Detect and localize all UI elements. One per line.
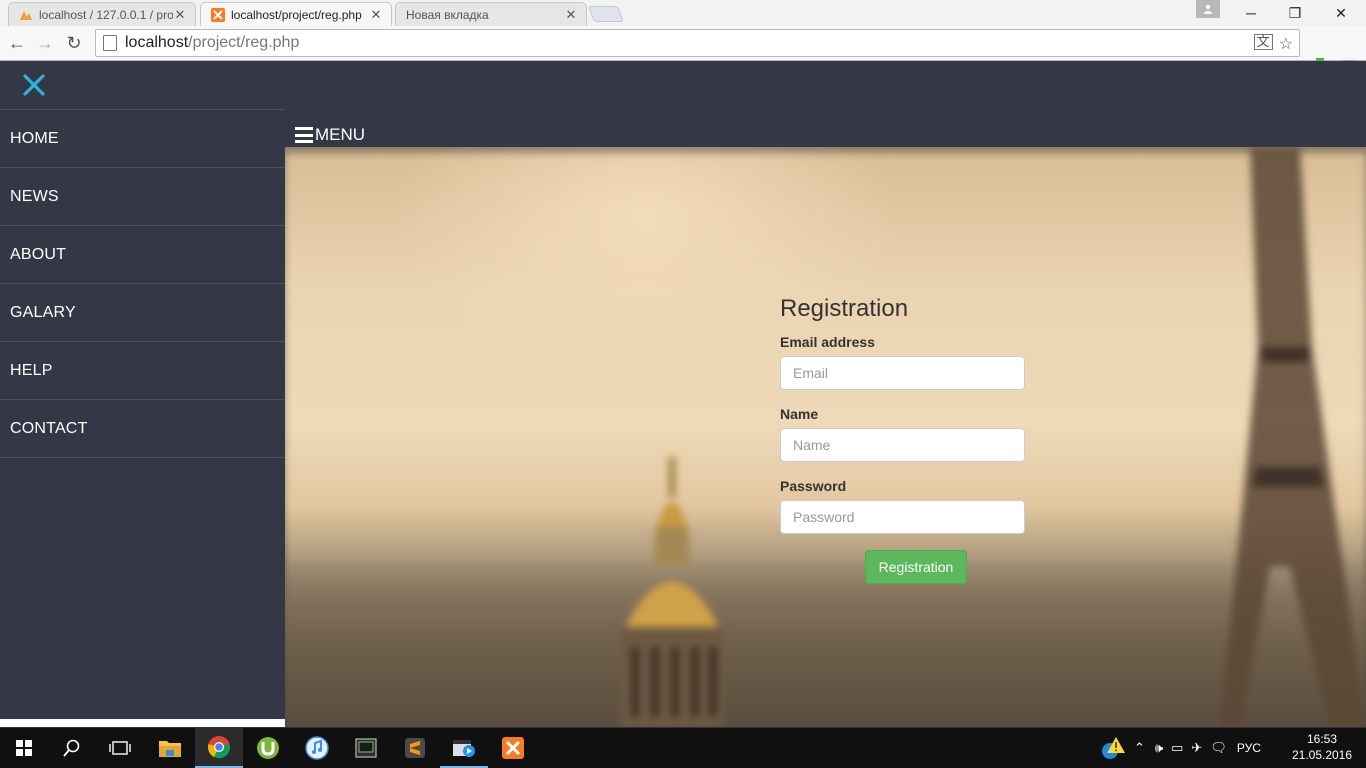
warning-icon[interactable] <box>1100 735 1126 761</box>
bookmark-star-icon[interactable]: ☆ <box>1279 34 1293 54</box>
sidebar: HOME NEWS ABOUT GALARY HELP CONTACT <box>0 61 285 719</box>
file-explorer-icon[interactable] <box>146 728 194 768</box>
sidebar-item-galary[interactable]: GALARY <box>0 284 285 342</box>
sidebar-item-about[interactable]: ABOUT <box>0 226 285 284</box>
eiffel-tower-image <box>1220 147 1366 727</box>
url-path: /project/reg.php <box>188 34 300 51</box>
tab-strip: localhost / 127.0.0.1 / proj ✕ localhost… <box>0 0 1366 26</box>
tab-phpmyadmin[interactable]: localhost / 127.0.0.1 / proj ✕ <box>8 2 196 26</box>
new-tab-button[interactable] <box>588 6 624 22</box>
close-icon[interactable]: ✕ <box>564 7 578 23</box>
language-indicator[interactable]: РУС <box>1237 741 1261 755</box>
itunes-icon[interactable] <box>293 728 341 768</box>
menu-label: MENU <box>315 125 366 144</box>
reload-icon[interactable]: ↻ <box>62 31 86 55</box>
email-field[interactable] <box>780 356 1025 390</box>
tab-title: localhost / 127.0.0.1 / proj <box>39 7 173 22</box>
system-tray: ⌃ 🕪 ▭ ✈ 🗨 РУС <box>1100 728 1261 768</box>
search-icon[interactable] <box>48 728 96 768</box>
sidebar-item-home[interactable]: HOME <box>0 110 285 168</box>
page-icon <box>103 35 117 51</box>
profile-icon[interactable] <box>1196 0 1220 18</box>
registration-button[interactable]: Registration <box>865 550 967 584</box>
close-icon[interactable] <box>20 71 48 99</box>
phpmyadmin-icon <box>20 10 32 20</box>
xampp-taskbar-icon[interactable] <box>489 728 537 768</box>
password-field[interactable] <box>780 500 1025 534</box>
minimize-icon[interactable]: ─ <box>1228 0 1274 26</box>
browser-toolbar: ← → ↻ localhost/project/reg.php 文 ☆ 7 ☰ <box>0 26 1366 82</box>
top-bar: MENU <box>285 61 1366 147</box>
sidebar-item-contact[interactable]: CONTACT <box>0 400 285 458</box>
hero-background: Registration Email address Name Password… <box>285 147 1366 727</box>
clock-date: 21.05.2016 <box>1291 748 1353 762</box>
window-close-icon[interactable]: ✕ <box>1318 0 1364 26</box>
registration-form: Registration Email address Name Password… <box>780 295 1026 584</box>
xampp-icon <box>211 7 225 22</box>
url-host: localhost <box>125 34 189 51</box>
address-bar[interactable]: localhost/project/reg.php 文 ☆ <box>95 29 1300 57</box>
form-title: Registration <box>780 295 909 322</box>
airplane-icon[interactable]: ✈ <box>1191 740 1202 756</box>
name-field[interactable] <box>780 428 1025 462</box>
translate-icon[interactable]: 文 <box>1253 34 1273 50</box>
windows-logo-icon <box>16 740 32 756</box>
name-label: Name <box>780 406 819 422</box>
sidebar-item-help[interactable]: HELP <box>0 342 285 400</box>
media-player-icon[interactable] <box>440 728 488 768</box>
windows-taskbar: ⌃ 🕪 ▭ ✈ 🗨 РУС 16:53 21.05.2016 <box>0 728 1366 768</box>
sidebar-bottom-strip <box>0 719 285 727</box>
hamburger-icon <box>295 127 313 143</box>
dome-building-image <box>621 457 723 727</box>
utorrent-icon[interactable] <box>244 728 292 768</box>
tab-title: localhost/project/reg.php <box>231 7 362 22</box>
sidebar-menu: HOME NEWS ABOUT GALARY HELP CONTACT <box>0 109 285 458</box>
chevron-up-icon[interactable]: ⌃ <box>1134 740 1145 756</box>
back-arrow-icon[interactable]: ← <box>5 31 29 55</box>
email-label: Email address <box>780 334 875 350</box>
task-view-icon[interactable] <box>96 728 144 768</box>
tab-title: Новая вкладка <box>406 7 489 22</box>
forward-arrow-icon[interactable]: → <box>33 31 57 55</box>
tab-newtab[interactable]: Новая вкладка ✕ <box>395 2 587 26</box>
battery-icon[interactable]: ▭ <box>1171 740 1183 756</box>
menu-toggle[interactable]: MENU <box>295 125 365 145</box>
close-icon[interactable]: ✕ <box>369 7 383 23</box>
sublime-text-icon[interactable] <box>391 728 439 768</box>
notifications-icon[interactable]: 🗨 <box>1210 740 1227 756</box>
sidebar-item-news[interactable]: NEWS <box>0 168 285 226</box>
volume-icon[interactable]: 🕪 <box>1155 740 1163 756</box>
close-icon[interactable]: ✕ <box>173 7 187 23</box>
page-viewport: MENU HOME NEWS ABOUT GALARY HELP CONTACT <box>0 61 1366 727</box>
restore-icon[interactable]: ❐ <box>1272 0 1318 26</box>
clock-time: 16:53 <box>1306 732 1338 746</box>
password-label: Password <box>780 478 847 494</box>
clock[interactable]: 16:53 21.05.2016 <box>1290 731 1354 763</box>
terminal-icon[interactable] <box>342 728 390 768</box>
chrome-taskbar-icon[interactable] <box>195 728 243 768</box>
tab-reg[interactable]: localhost/project/reg.php ✕ <box>200 2 392 26</box>
start-button[interactable] <box>0 728 48 768</box>
